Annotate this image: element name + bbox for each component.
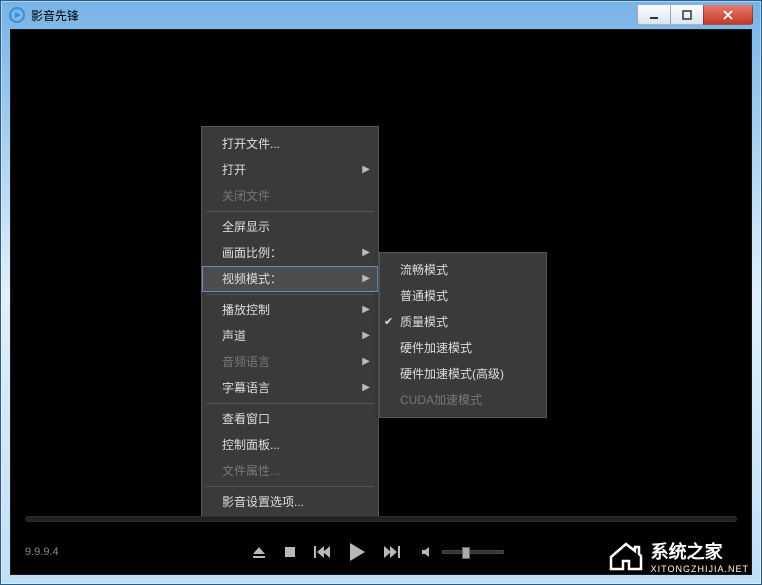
submenu-arrow-icon: ▶ bbox=[362, 323, 370, 349]
volume-slider[interactable] bbox=[442, 550, 504, 554]
menu-item: 文件属性... bbox=[202, 458, 378, 484]
titlebar[interactable]: 影音先锋 bbox=[1, 1, 761, 29]
submenu-item[interactable]: 硬件加速模式 bbox=[380, 335, 546, 361]
watermark: 系统之家 XITONGZHIJIA.NET bbox=[607, 538, 749, 574]
submenu-item[interactable]: ✔质量模式 bbox=[380, 309, 546, 335]
menu-item[interactable]: 播放控制▶ bbox=[202, 297, 378, 323]
video-mode-submenu: 流畅模式普通模式✔质量模式硬件加速模式硬件加速模式(高级)CUDA加速模式 bbox=[379, 252, 547, 418]
submenu-arrow-icon: ▶ bbox=[362, 266, 370, 292]
menu-item[interactable]: 查看窗口 bbox=[202, 406, 378, 432]
minimize-button[interactable] bbox=[637, 5, 671, 25]
submenu-item[interactable]: 硬件加速模式(高级) bbox=[380, 361, 546, 387]
eject-button[interactable] bbox=[252, 545, 266, 559]
watermark-url: XITONGZHIJIA.NET bbox=[651, 564, 749, 574]
menu-item: 音频语言▶ bbox=[202, 349, 378, 375]
volume-knob[interactable] bbox=[462, 547, 470, 559]
submenu-arrow-icon: ▶ bbox=[362, 375, 370, 401]
menu-item[interactable]: 视频模式：▶ bbox=[202, 266, 378, 292]
menu-item[interactable]: 全屏显示 bbox=[202, 214, 378, 240]
stop-button[interactable] bbox=[284, 546, 296, 558]
menu-item[interactable]: 打开▶ bbox=[202, 157, 378, 183]
volume-control bbox=[422, 546, 504, 558]
check-icon: ✔ bbox=[384, 309, 393, 335]
menu-separator bbox=[206, 403, 374, 404]
window-title: 影音先锋 bbox=[31, 7, 638, 24]
submenu-arrow-icon: ▶ bbox=[362, 297, 370, 323]
mute-button[interactable] bbox=[422, 546, 434, 558]
menu-item[interactable]: 打开文件... bbox=[202, 131, 378, 157]
play-button[interactable] bbox=[348, 542, 366, 562]
menu-separator bbox=[206, 211, 374, 212]
maximize-button[interactable] bbox=[670, 5, 704, 25]
window-frame: 影音先锋 ɔlay 打开文件...打开▶关闭文件全屏显示画面比例：▶视频模式：▶… bbox=[0, 0, 762, 585]
previous-button[interactable] bbox=[314, 545, 330, 559]
submenu-arrow-icon: ▶ bbox=[362, 240, 370, 266]
next-button[interactable] bbox=[384, 545, 400, 559]
submenu-arrow-icon: ▶ bbox=[362, 349, 370, 375]
watermark-text: 系统之家 bbox=[651, 542, 723, 562]
version-label: 9.9.9.4 bbox=[25, 546, 59, 558]
progress-bar[interactable] bbox=[25, 516, 737, 522]
submenu-item[interactable]: 流畅模式 bbox=[380, 257, 546, 283]
menu-separator bbox=[206, 294, 374, 295]
close-button[interactable] bbox=[703, 5, 753, 25]
menu-item[interactable]: 影音设置选项... bbox=[202, 489, 378, 515]
menu-separator bbox=[206, 486, 374, 487]
transport-controls bbox=[252, 542, 400, 562]
menu-item[interactable]: 声道▶ bbox=[202, 323, 378, 349]
context-menu: 打开文件...打开▶关闭文件全屏显示画面比例：▶视频模式：▶ 播放控制▶声道▶音频… bbox=[201, 126, 379, 520]
menu-item[interactable]: 字幕语言▶ bbox=[202, 375, 378, 401]
app-icon bbox=[9, 7, 25, 23]
menu-item[interactable]: 控制面板... bbox=[202, 432, 378, 458]
menu-item: 关闭文件 bbox=[202, 183, 378, 209]
player-area: ɔlay 打开文件...打开▶关闭文件全屏显示画面比例：▶视频模式：▶播放控制▶… bbox=[10, 29, 752, 575]
submenu-arrow-icon: ▶ bbox=[362, 157, 370, 183]
submenu-item[interactable]: 普通模式 bbox=[380, 283, 546, 309]
house-icon bbox=[607, 539, 645, 573]
submenu-item: CUDA加速模式 bbox=[380, 387, 546, 413]
menu-item[interactable]: 画面比例：▶ bbox=[202, 240, 378, 266]
